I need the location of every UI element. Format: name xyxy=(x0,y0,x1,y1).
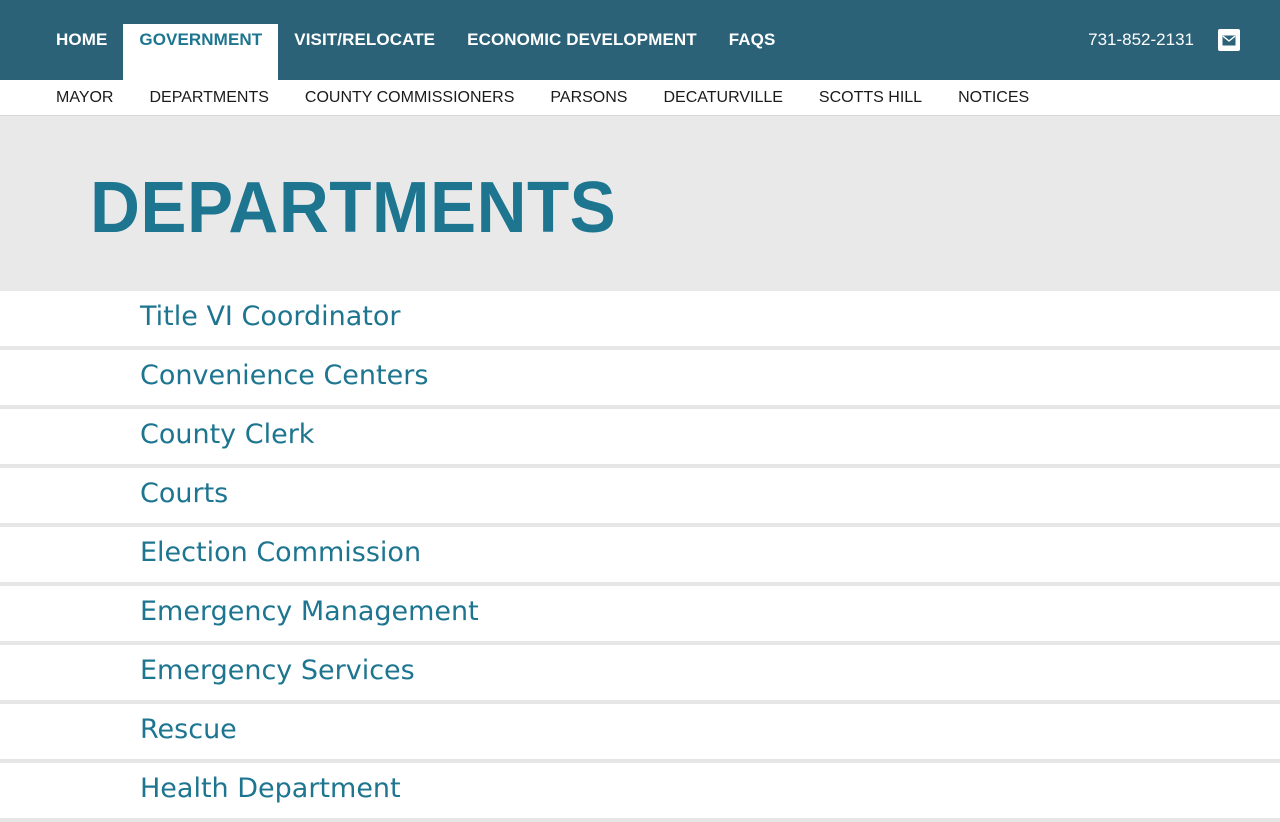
department-label: County Clerk xyxy=(140,419,315,450)
department-link-title-vi-coordinator[interactable]: Title VI Coordinator xyxy=(0,291,1280,350)
page-title: DEPARTMENTS xyxy=(90,168,617,248)
department-link-health-department[interactable]: Health Department xyxy=(0,763,1280,822)
subnav-notices[interactable]: NOTICES xyxy=(958,80,1029,115)
department-label: Emergency Management xyxy=(140,596,479,627)
department-label: Election Commission xyxy=(140,537,422,568)
subnav-decaturville[interactable]: DECATURVILLE xyxy=(663,80,782,115)
department-link-election-commission[interactable]: Election Commission xyxy=(0,527,1280,586)
department-link-courts[interactable]: Courts xyxy=(0,468,1280,527)
nav-faqs[interactable]: FAQS xyxy=(713,24,792,80)
department-link-emergency-services[interactable]: Emergency Services xyxy=(0,645,1280,704)
nav-economic-development[interactable]: ECONOMIC DEVELOPMENT xyxy=(451,24,713,80)
nav-visit-relocate[interactable]: VISIT/RELOCATE xyxy=(278,24,451,80)
top-navigation: HOME GOVERNMENT VISIT/RELOCATE ECONOMIC … xyxy=(0,0,1280,80)
mail-button[interactable] xyxy=(1218,29,1240,51)
nav-government[interactable]: GOVERNMENT xyxy=(123,24,279,80)
department-label: Courts xyxy=(140,478,229,509)
government-submenu: MAYOR DEPARTMENTS COUNTY COMMISSIONERS P… xyxy=(56,80,1065,115)
department-link-convenience-centers[interactable]: Convenience Centers xyxy=(0,350,1280,409)
subnav-mayor[interactable]: MAYOR xyxy=(56,80,113,115)
department-label: Convenience Centers xyxy=(140,360,429,391)
subnav-scotts-hill[interactable]: SCOTTS HILL xyxy=(819,80,922,115)
department-label: Title VI Coordinator xyxy=(140,301,401,332)
subnav-county-commissioners[interactable]: COUNTY COMMISSIONERS xyxy=(305,80,515,115)
subnav-departments[interactable]: DEPARTMENTS xyxy=(149,80,268,115)
nav-home[interactable]: HOME xyxy=(40,24,123,80)
department-link-emergency-management[interactable]: Emergency Management xyxy=(0,586,1280,645)
department-link-county-clerk[interactable]: County Clerk xyxy=(0,409,1280,468)
page-hero: DEPARTMENTS xyxy=(0,116,1280,291)
department-link-rescue[interactable]: Rescue xyxy=(0,704,1280,763)
sub-navigation: MAYOR DEPARTMENTS COUNTY COMMISSIONERS P… xyxy=(0,80,1280,116)
department-label: Health Department xyxy=(140,773,401,804)
department-label: Emergency Services xyxy=(140,655,415,686)
departments-list: Title VI Coordinator Convenience Centers… xyxy=(0,291,1280,822)
mail-icon xyxy=(1222,35,1236,45)
main-menu: HOME GOVERNMENT VISIT/RELOCATE ECONOMIC … xyxy=(40,24,791,80)
department-label: Rescue xyxy=(140,714,237,745)
subnav-parsons[interactable]: PARSONS xyxy=(550,80,627,115)
phone-number[interactable]: 731-852-2131 xyxy=(1088,30,1194,50)
